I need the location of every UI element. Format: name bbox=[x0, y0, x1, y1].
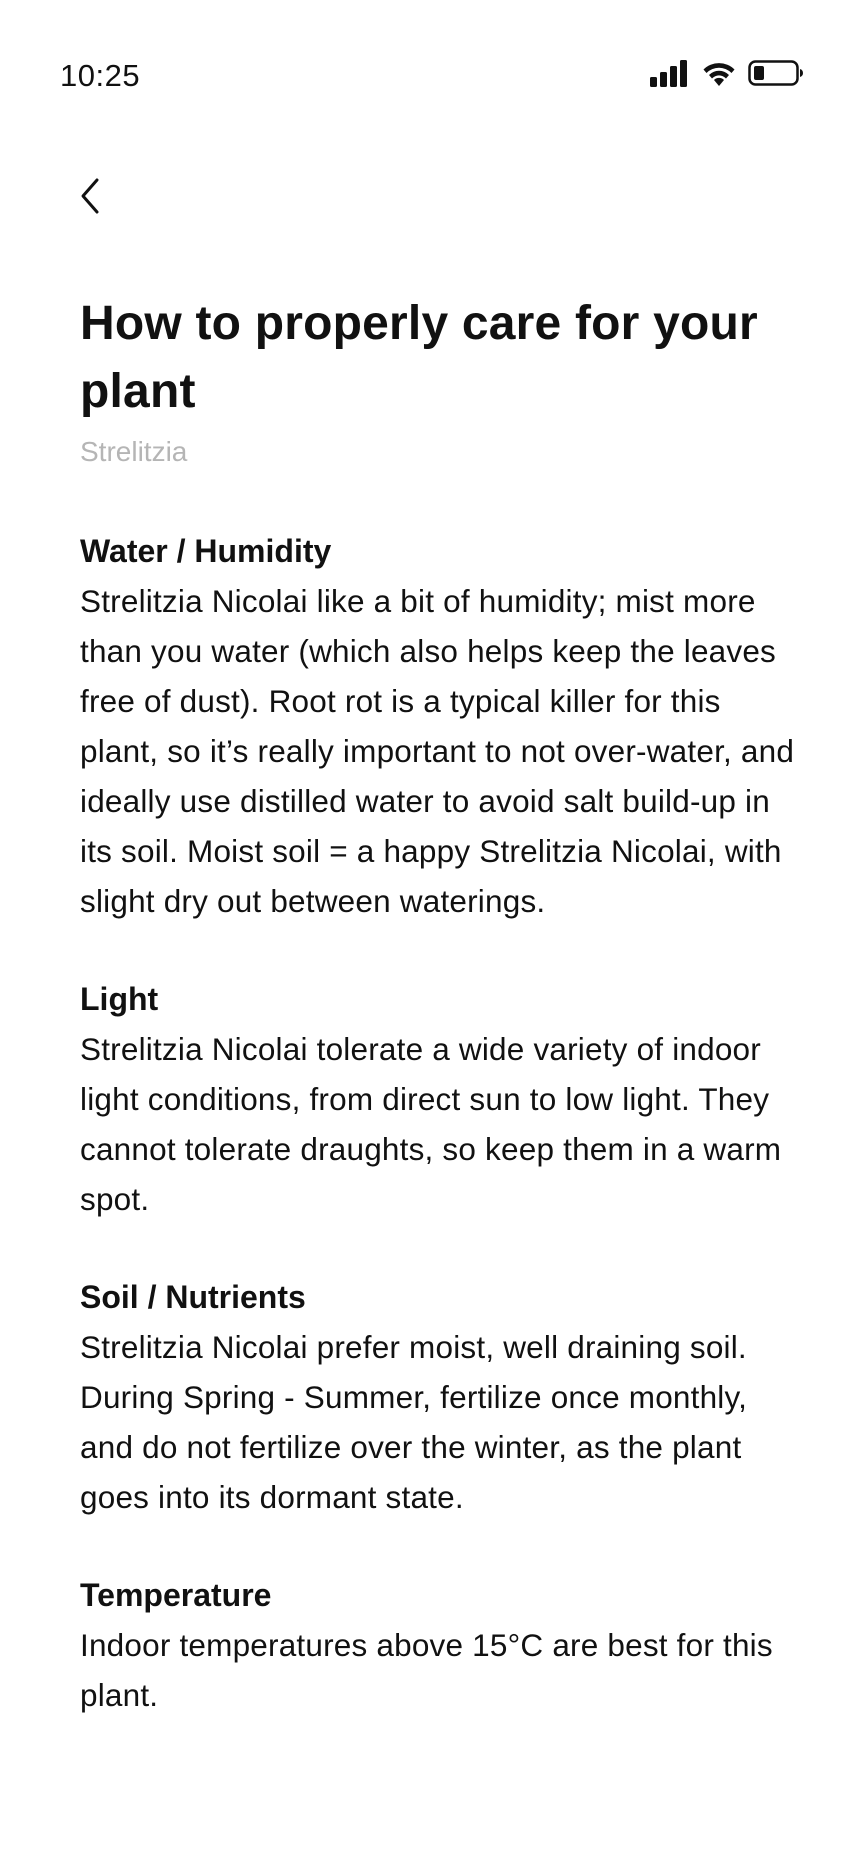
article-content: How to properly care for your plant Stre… bbox=[80, 290, 800, 1720]
section-soil-nutrients: Soil / Nutrients Strelitzia Nicolai pref… bbox=[80, 1272, 800, 1522]
plant-name: Strelitzia bbox=[80, 436, 188, 467]
status-time: 10:25 bbox=[60, 58, 141, 93]
page-title: How to properly care for your plant bbox=[80, 297, 758, 418]
section-heading: Light bbox=[80, 981, 159, 1017]
status-icons bbox=[650, 58, 804, 88]
section-body: Strelitzia Nicolai prefer moist, well dr… bbox=[80, 1329, 748, 1515]
section-body: Strelitzia Nicolai tolerate a wide varie… bbox=[80, 1031, 782, 1217]
plant-care-screen: 10:25 How to properly care for your plan… bbox=[0, 0, 856, 1852]
back-button[interactable] bbox=[70, 170, 110, 222]
section-water-humidity: Water / Humidity Strelitzia Nicolai like… bbox=[80, 526, 800, 926]
battery-icon bbox=[748, 60, 803, 86]
section-heading: Soil / Nutrients bbox=[80, 1279, 306, 1315]
section-heading: Temperature bbox=[80, 1577, 272, 1613]
section-body: Strelitzia Nicolai like a bit of humidit… bbox=[80, 583, 795, 919]
section-light: Light Strelitzia Nicolai tolerate a wide… bbox=[80, 974, 800, 1224]
signal-icon bbox=[650, 60, 687, 87]
section-temperature: Temperature Indoor temperatures above 15… bbox=[80, 1570, 800, 1720]
chevron-left-icon bbox=[81, 178, 99, 214]
section-heading: Water / Humidity bbox=[80, 533, 332, 569]
wifi-icon bbox=[703, 63, 735, 86]
section-body: Indoor temperatures above 15°C are best … bbox=[80, 1627, 773, 1713]
status-bar: 10:25 bbox=[0, 0, 856, 150]
